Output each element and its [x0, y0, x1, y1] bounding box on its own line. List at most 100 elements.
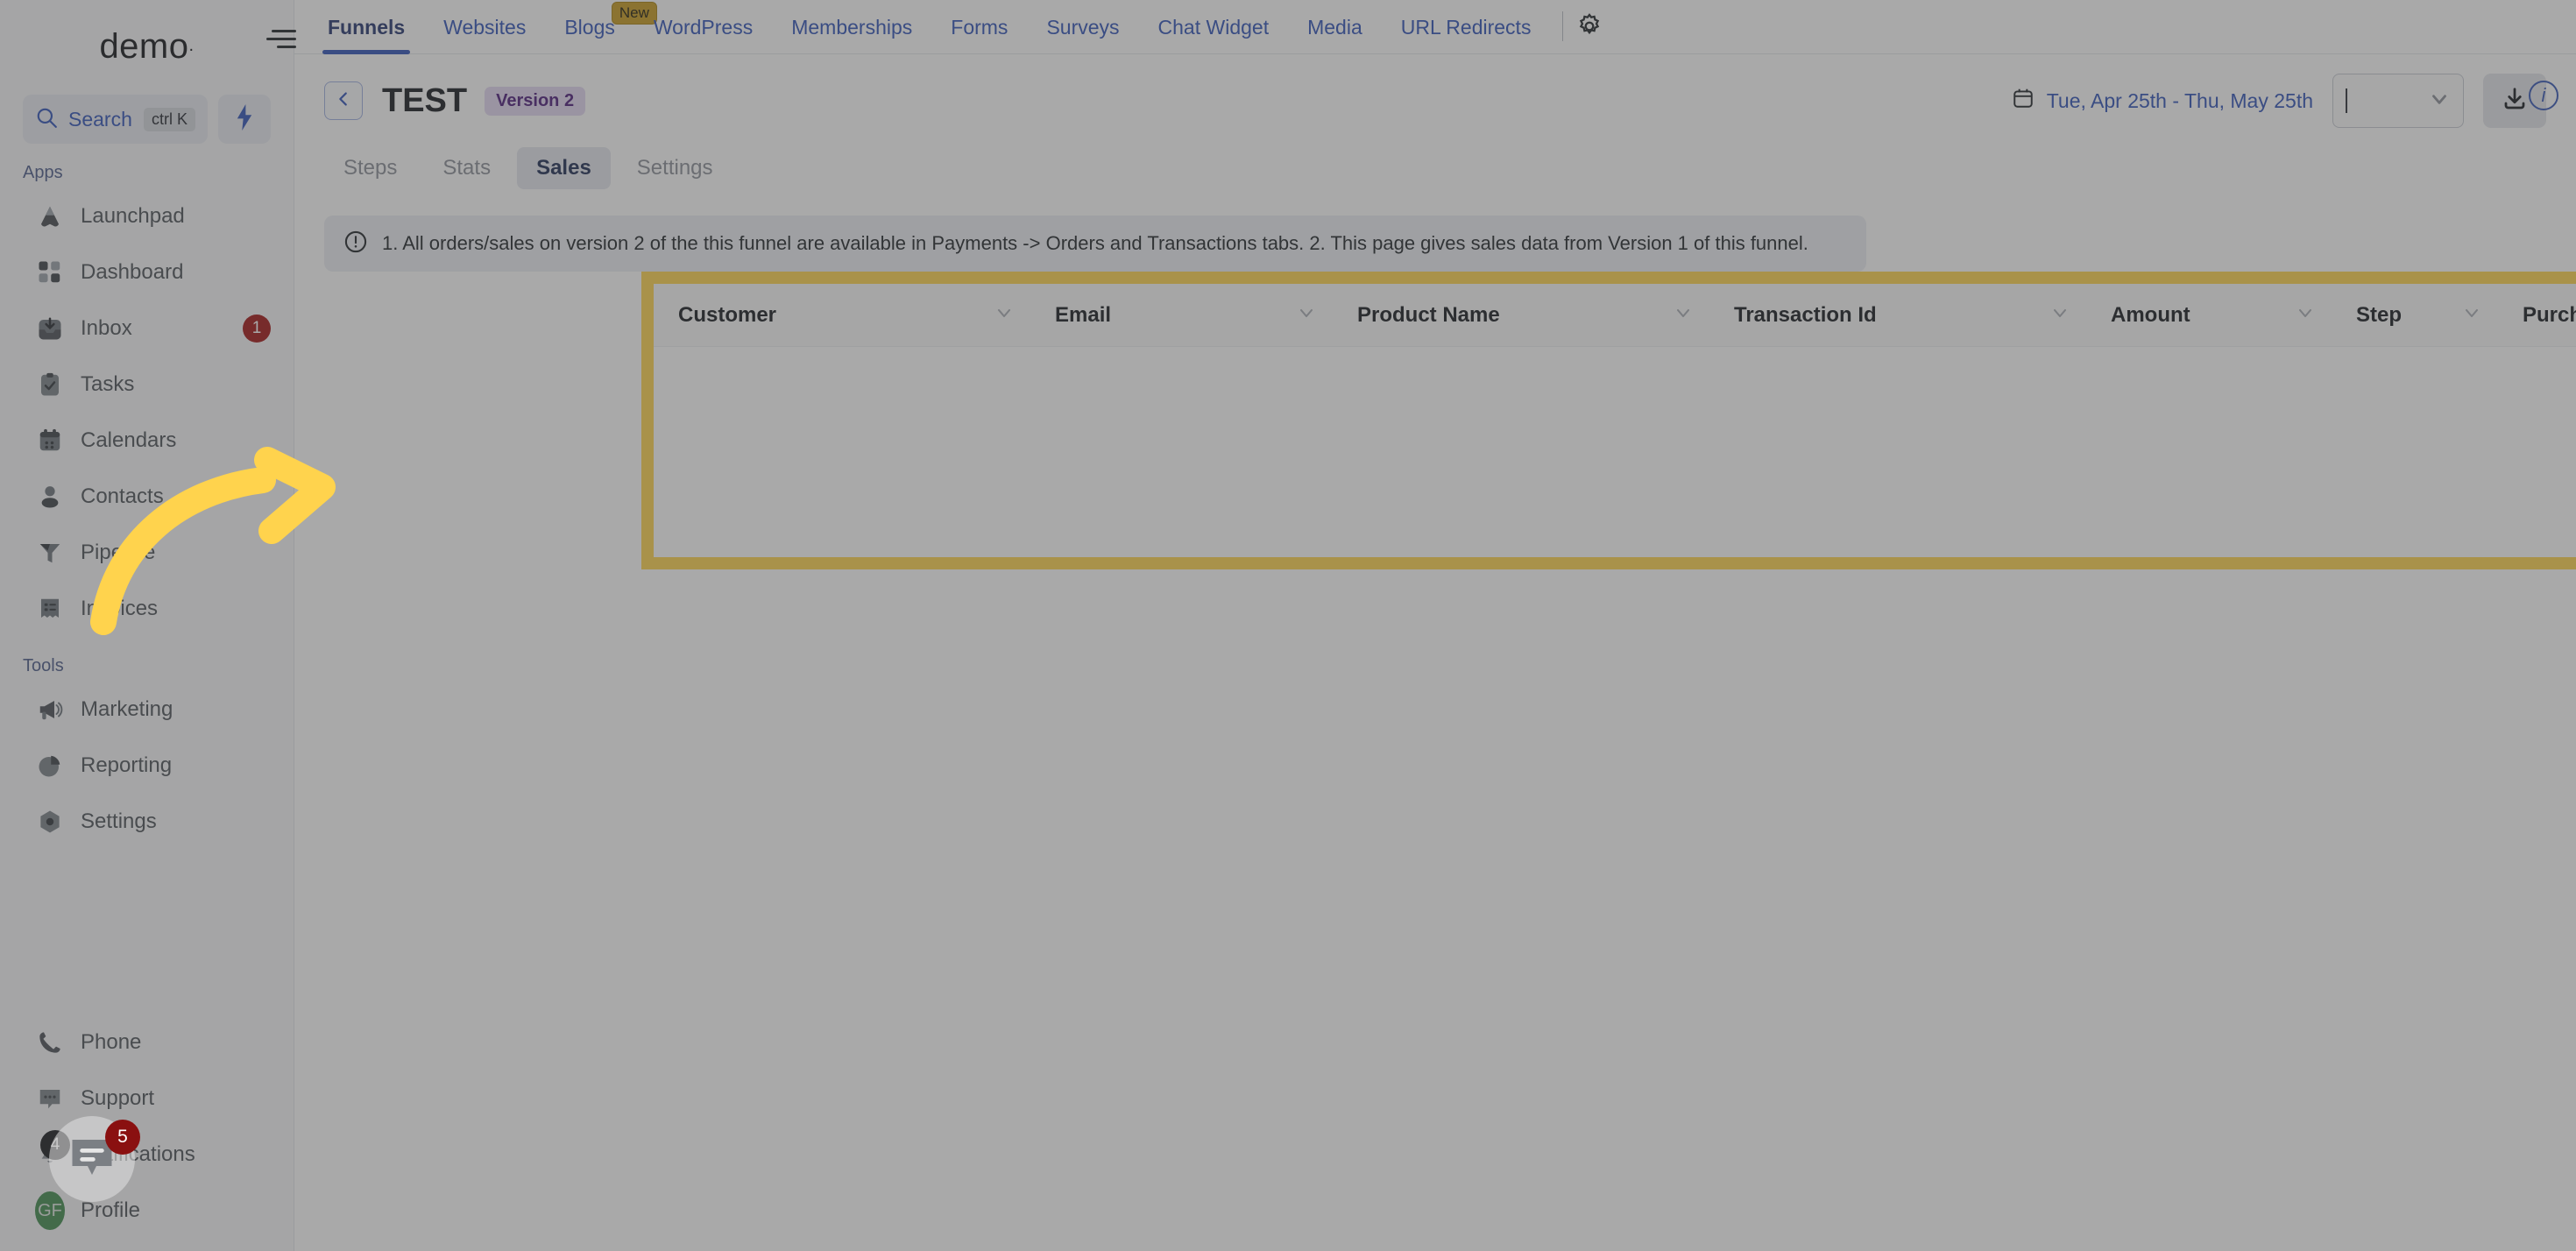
sidebar-item-contacts[interactable]: Contacts	[0, 469, 294, 525]
chevron-down-icon[interactable]	[2461, 302, 2482, 328]
page-header: TEST Version 2 Tue, Apr 25th - Thu, May …	[294, 54, 2576, 128]
pie-chart-icon	[35, 751, 65, 781]
tab-steps[interactable]: Steps	[324, 147, 416, 189]
page-header-actions: Tue, Apr 25th - Thu, May 25th	[2012, 74, 2546, 128]
topnav-item-chat-widget[interactable]: Chat Widget	[1139, 16, 1289, 53]
brand-logo-dot: .	[188, 35, 195, 55]
date-range-select[interactable]	[2332, 74, 2464, 128]
inbox-icon	[35, 314, 65, 343]
sidebar-section-tools: Tools	[23, 656, 64, 675]
table-header-amount[interactable]: Amount	[2086, 284, 2332, 346]
topnav-item-funnels[interactable]: Funnels	[308, 16, 424, 54]
sidebar-item-notifications[interactable]: 4 Notifications	[0, 1127, 294, 1183]
tab-stats[interactable]: Stats	[423, 147, 510, 189]
quick-action-button[interactable]	[218, 95, 271, 144]
topnav-item-url-redirects[interactable]: URL Redirects	[1382, 16, 1551, 53]
sidebar-item-invoices[interactable]: Invoices	[0, 581, 294, 637]
sidebar-item-dashboard[interactable]: Dashboard	[0, 244, 294, 300]
table-header-product-name[interactable]: Product Name	[1333, 284, 1709, 346]
tab-sales[interactable]: Sales	[517, 147, 611, 189]
date-range-picker[interactable]: Tue, Apr 25th - Thu, May 25th	[2012, 86, 2313, 116]
topnav-item-wordpress[interactable]: WordPress	[634, 16, 772, 53]
table-header-row: Customer Email Product Name Transaction Id A…	[654, 284, 2576, 347]
hamburger-line-3	[277, 46, 296, 48]
info-icon[interactable]: i	[2529, 81, 2558, 110]
sidebar-item-label: Dashboard	[81, 260, 184, 284]
sidebar-item-launchpad[interactable]: Launchpad	[0, 188, 294, 244]
table-header-label: Transaction Id	[1734, 302, 1877, 327]
topnav-settings-button[interactable]	[1575, 12, 1616, 53]
inbox-badge: 1	[243, 315, 271, 343]
back-button[interactable]	[324, 81, 363, 120]
topnav-divider	[1562, 11, 1564, 41]
chat-dots-icon	[35, 1084, 65, 1113]
avatar-initials: GF	[35, 1191, 65, 1230]
table-header-label: Purchase Date	[2523, 302, 2576, 327]
topnav-item-label: Surveys	[1046, 16, 1120, 39]
sales-table: Customer Email Product Name Transaction Id A…	[654, 284, 2576, 557]
person-icon	[35, 482, 65, 512]
sidebar-section-apps: Apps	[23, 163, 63, 182]
megaphone-icon	[35, 695, 65, 724]
topnav-item-media[interactable]: Media	[1288, 16, 1382, 53]
invoice-icon	[35, 594, 65, 624]
sidebar-item-label: Pipeline	[81, 541, 156, 564]
brand-logo-text: demo.	[99, 27, 194, 67]
sidebar-item-reporting[interactable]: Reporting	[0, 738, 294, 794]
sidebar-item-label: Support	[81, 1086, 155, 1110]
chevron-down-icon[interactable]	[994, 302, 1015, 328]
sidebar-item-phone[interactable]: Phone	[0, 1014, 294, 1071]
sidebar-item-settings[interactable]: Settings	[0, 794, 294, 850]
sidebar-item-label: Settings	[81, 809, 157, 833]
date-range-label: Tue, Apr 25th - Thu, May 25th	[2046, 88, 2313, 112]
sidebar-item-label: Reporting	[81, 753, 173, 777]
chevron-down-icon[interactable]	[1673, 302, 1694, 328]
banner-text: 1. All orders/sales on version 2 of the …	[382, 232, 1808, 254]
topnav-item-websites[interactable]: Websites	[424, 16, 545, 53]
topnav-item-blogs[interactable]: Blogs New	[545, 2, 657, 53]
sidebar-item-label: Inbox	[81, 316, 132, 340]
sidebar-item-inbox[interactable]: Inbox 1	[0, 300, 294, 357]
sidebar-collapse-icon[interactable]	[263, 26, 296, 51]
hamburger-line-1	[272, 30, 296, 32]
table-header-label: Email	[1055, 302, 1112, 327]
top-navigation: Funnels Websites Blogs New WordPress Membersh…	[294, 0, 2576, 54]
table-header-label: Product Name	[1357, 302, 1500, 327]
search-icon	[35, 106, 58, 133]
sidebar-nav: Apps Launchpad Dashboard Inbox 1 Tasks C…	[0, 144, 294, 1014]
topnav-item-surveys[interactable]: Surveys	[1027, 16, 1138, 53]
topnav-item-forms[interactable]: Forms	[931, 16, 1027, 53]
sidebar-item-calendars[interactable]: Calendars	[0, 413, 294, 469]
sidebar-item-pipeline[interactable]: Pipeline	[0, 525, 294, 581]
table-header-customer[interactable]: Customer	[654, 284, 1030, 346]
main-content: Funnels Websites Blogs New WordPress Membersh…	[294, 0, 2576, 1251]
chevron-down-icon[interactable]	[2295, 302, 2316, 328]
chevron-down-icon[interactable]	[1296, 302, 1317, 328]
search-input[interactable]: Search ctrl K	[23, 95, 208, 144]
exclamation-circle-icon	[343, 230, 368, 258]
avatar: GF	[35, 1191, 65, 1230]
brand-logo[interactable]: demo.	[0, 0, 294, 93]
gear-hex-icon	[35, 807, 65, 837]
funnel-icon	[35, 538, 65, 568]
calendar-icon	[35, 426, 65, 456]
sidebar-item-label: Tasks	[81, 372, 135, 396]
info-glyph: i	[2541, 84, 2546, 106]
sales-table-highlight: Customer Email Product Name Transaction Id A…	[641, 272, 2576, 569]
search-placeholder: Search	[68, 107, 132, 131]
topnav-item-memberships[interactable]: Memberships	[772, 16, 931, 53]
table-header-step[interactable]: Step	[2332, 284, 2498, 346]
calendar-icon	[2012, 86, 2035, 116]
table-header-email[interactable]: Email	[1030, 284, 1333, 346]
sidebar-item-label: Calendars	[81, 428, 177, 452]
sidebar-item-label: Profile	[81, 1198, 141, 1222]
topnav-item-label: Funnels	[328, 16, 406, 39]
sidebar-item-support[interactable]: Support	[0, 1071, 294, 1127]
sidebar-item-tasks[interactable]: Tasks	[0, 357, 294, 413]
table-header-transaction-id[interactable]: Transaction Id	[1709, 284, 2086, 346]
table-header-purchase-date[interactable]: Purchase Date	[2498, 284, 2576, 346]
chevron-down-icon[interactable]	[2049, 302, 2070, 328]
sidebar-item-marketing[interactable]: Marketing	[0, 682, 294, 738]
tab-settings[interactable]: Settings	[618, 147, 732, 189]
sidebar-item-profile[interactable]: GF Profile	[0, 1183, 294, 1239]
